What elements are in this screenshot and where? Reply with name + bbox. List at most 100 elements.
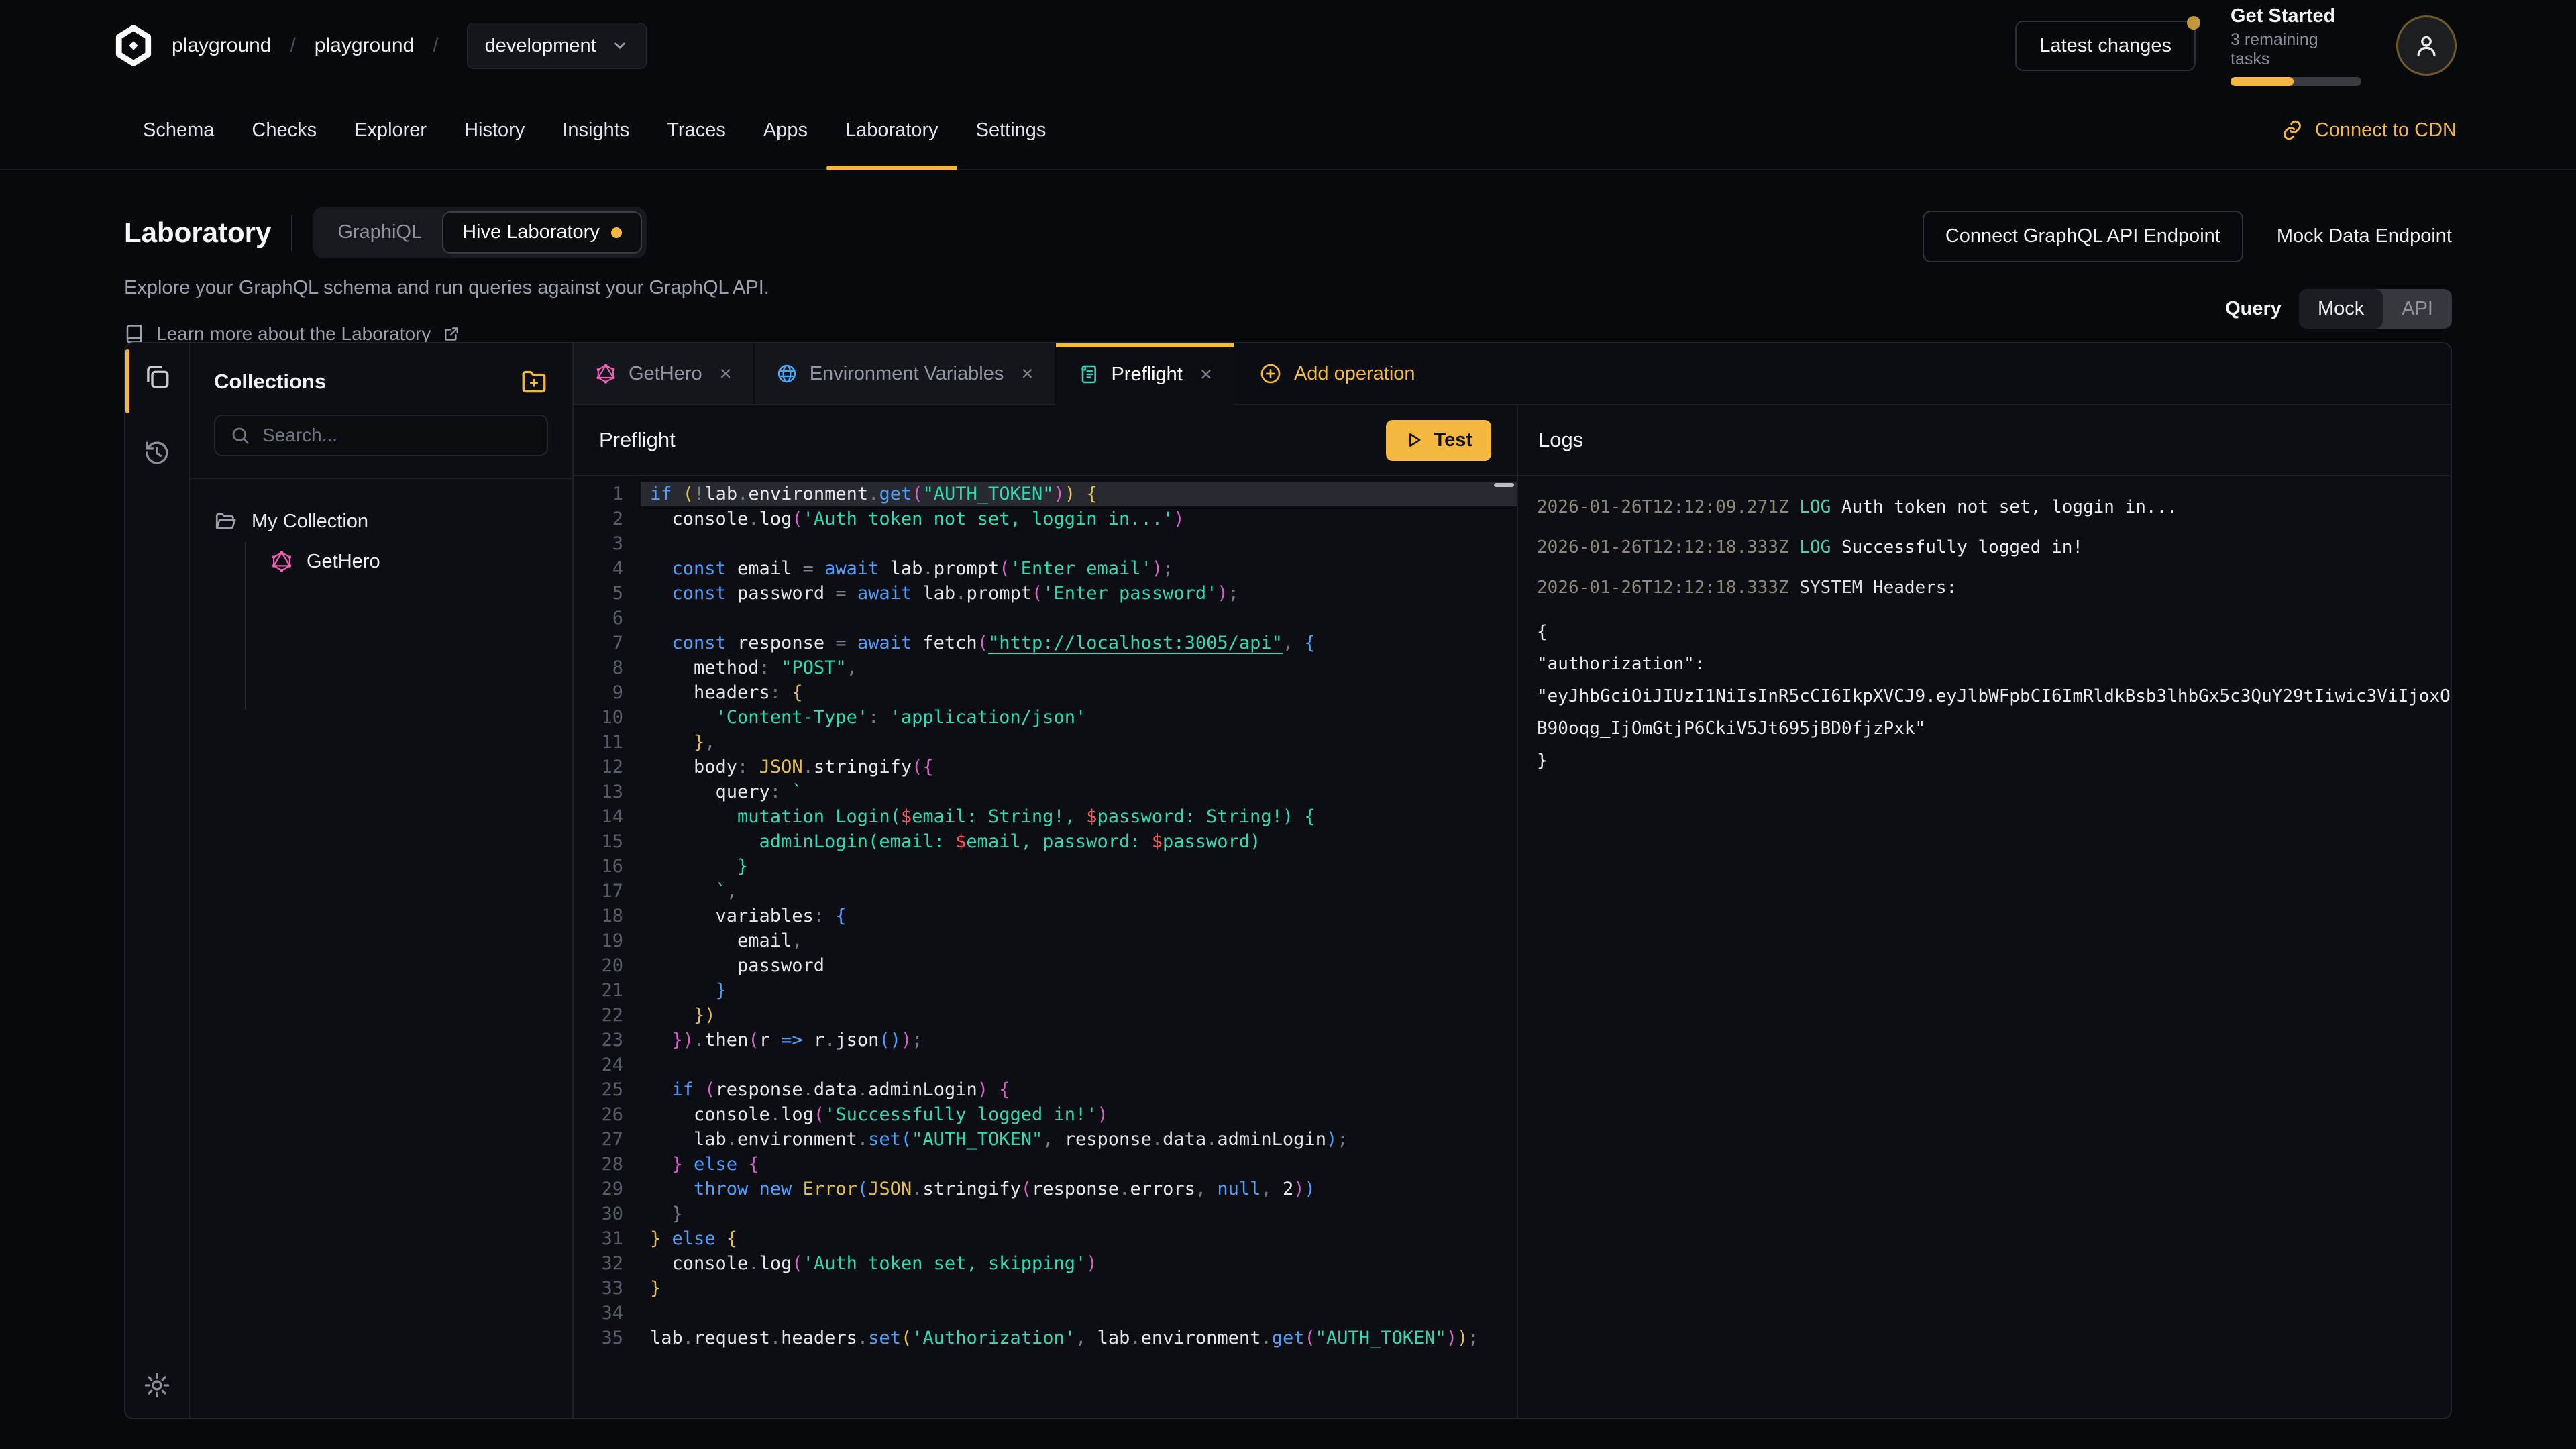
search-icon [230,425,250,445]
code-line[interactable]: if (!lab.environment.get("AUTH_TOKEN")) … [641,482,1517,506]
notification-dot [2187,16,2200,30]
nav-item-laboratory[interactable]: Laboratory [826,91,957,169]
code-line[interactable] [641,1301,1517,1326]
nav-item-checks[interactable]: Checks [233,91,335,169]
tab-preflight[interactable]: Preflight× [1056,343,1234,405]
user-avatar[interactable] [2396,15,2457,76]
nav-item-explorer[interactable]: Explorer [335,91,445,169]
target-selector[interactable]: development [467,23,647,69]
operation-gethero[interactable]: GetHero [270,542,548,573]
code-line[interactable]: } [641,978,1517,1003]
logs-body[interactable]: 2026-01-26T12:12:09.271Z LOG Auth token … [1518,476,2451,777]
laboratory-panel: Collections My Collection [124,342,2452,1419]
breadcrumb-org[interactable]: playground [172,34,271,57]
code-line[interactable]: if (response.data.adminLogin) { [641,1077,1517,1102]
toggle-graphiql[interactable]: GraphiQL [317,213,442,252]
collection-folder[interactable]: My Collection [214,510,548,533]
code-line[interactable]: } else { [641,1226,1517,1251]
nav-item-schema[interactable]: Schema [124,91,233,169]
collections-rail-icon[interactable] [143,364,171,392]
code-line[interactable]: password [641,953,1517,978]
tab-label: Add operation [1294,363,1415,385]
gear-icon[interactable] [143,1371,171,1399]
log-entry: 2026-01-26T12:12:18.333Z SYSTEM Headers: [1537,576,2451,600]
ui-mode-toggle: GraphiQL Hive Laboratory [313,207,646,258]
code-line[interactable] [641,531,1517,556]
code-line[interactable]: throw new Error(JSON.stringify(response.… [641,1177,1517,1201]
mode-option-mock[interactable]: Mock [2299,289,2383,329]
add-operation-button[interactable]: Add operation [1234,343,1441,404]
mode-option-api[interactable]: API [2383,289,2452,329]
code-line[interactable]: lab.request.headers.set('Authorization',… [641,1326,1517,1350]
close-icon[interactable]: × [1021,362,1033,386]
code-line[interactable]: const password = await lab.prompt('Enter… [641,581,1517,606]
code-line[interactable] [641,606,1517,631]
close-icon[interactable]: × [720,362,732,386]
breadcrumb-separator: / [433,34,438,57]
tab-label: Environment Variables [810,363,1004,385]
nav-item-history[interactable]: History [445,91,543,169]
folder-open-icon [214,510,237,533]
code-line[interactable]: const email = await lab.prompt('Enter em… [641,556,1517,581]
code-line[interactable]: headers: { [641,680,1517,705]
preflight-editor: Preflight Test 1234567891011121314151617… [574,405,1517,1418]
collections-title: Collections [214,370,326,394]
nav-item-insights[interactable]: Insights [543,91,648,169]
tab-environment-variables[interactable]: Environment Variables × [755,343,1057,404]
code-line[interactable]: }) [641,1003,1517,1028]
history-rail-icon[interactable] [143,439,171,467]
close-icon[interactable]: × [1200,362,1212,386]
code-line[interactable]: console.log('Auth token set, skipping') [641,1251,1517,1276]
code-line[interactable]: query: ` [641,780,1517,804]
search-input[interactable] [262,425,532,446]
editor-scrollbar-thumb[interactable] [1494,483,1514,487]
logs-pane: Logs 2026-01-26T12:12:09.271Z LOG Auth t… [1517,405,2451,1418]
latest-changes-button[interactable]: Latest changes [2015,21,2196,71]
play-icon [1405,431,1424,449]
code-line[interactable]: 'Content-Type': 'application/json' [641,705,1517,730]
connect-cdn-link[interactable]: Connect to CDN [2282,91,2457,169]
code-line[interactable]: `, [641,879,1517,904]
tab-gethero[interactable]: GetHero × [574,343,755,404]
code-line[interactable]: variables: { [641,904,1517,928]
new-collection-icon[interactable] [520,368,548,396]
query-mode-label: Query [2225,298,2282,320]
code-line[interactable]: const response = await fetch("http://loc… [641,631,1517,655]
log-raw-line: "eyJhbGciOiJIUzI1NiIsInR5cCI6IkpXVCJ9.ey… [1537,680,2451,712]
log-entry: 2026-01-26T12:12:18.333Z LOG Successfull… [1537,535,2451,560]
toggle-hive-laboratory[interactable]: Hive Laboratory [442,211,642,254]
nav-item-traces[interactable]: Traces [648,91,745,169]
tab-label: GetHero [629,363,702,385]
collection-children: GetHero [245,542,548,710]
code-line[interactable]: }, [641,730,1517,755]
breadcrumb-project[interactable]: playground [315,34,414,57]
code-line[interactable] [641,1053,1517,1077]
code-line[interactable]: } [641,854,1517,879]
code-line[interactable]: }).then(r => r.json()); [641,1028,1517,1053]
nav-item-apps[interactable]: Apps [745,91,826,169]
nav-item-settings[interactable]: Settings [957,91,1065,169]
get-started-title: Get Started [2231,5,2361,28]
code-line[interactable]: } [641,1201,1517,1226]
code-editor[interactable]: 1234567891011121314151617181920212223242… [574,476,1517,1418]
code-line[interactable]: mutation Login($email: String!, $passwor… [641,804,1517,829]
code-line[interactable]: } [641,1276,1517,1301]
code-content[interactable]: if (!lab.environment.get("AUTH_TOKEN")) … [641,482,1517,1418]
link-icon [2282,119,2303,141]
code-line[interactable]: email, [641,928,1517,953]
get-started-widget[interactable]: Get Started 3 remaining tasks [2231,5,2361,86]
code-line[interactable]: method: "POST", [641,655,1517,680]
page-head: Laboratory GraphiQL Hive Laboratory Expl… [0,170,2576,345]
collections-search[interactable] [214,415,548,456]
work-area: GetHero×Environment Variables×Preflight×… [574,343,2451,1418]
code-line[interactable]: adminLogin(email: $email, password: $pas… [641,829,1517,854]
code-line[interactable]: } else { [641,1152,1517,1177]
code-line[interactable]: console.log('Successfully logged in!') [641,1102,1517,1127]
query-mode-segmented: Mock API [2299,289,2452,329]
code-line[interactable]: lab.environment.set("AUTH_TOKEN", respon… [641,1127,1517,1152]
mock-endpoint-button[interactable]: Mock Data Endpoint [2277,225,2452,248]
code-line[interactable]: body: JSON.stringify({ [641,755,1517,780]
test-button[interactable]: Test [1386,420,1491,461]
code-line[interactable]: console.log('Auth token not set, loggin … [641,506,1517,531]
connect-endpoint-button[interactable]: Connect GraphQL API Endpoint [1923,211,2243,262]
